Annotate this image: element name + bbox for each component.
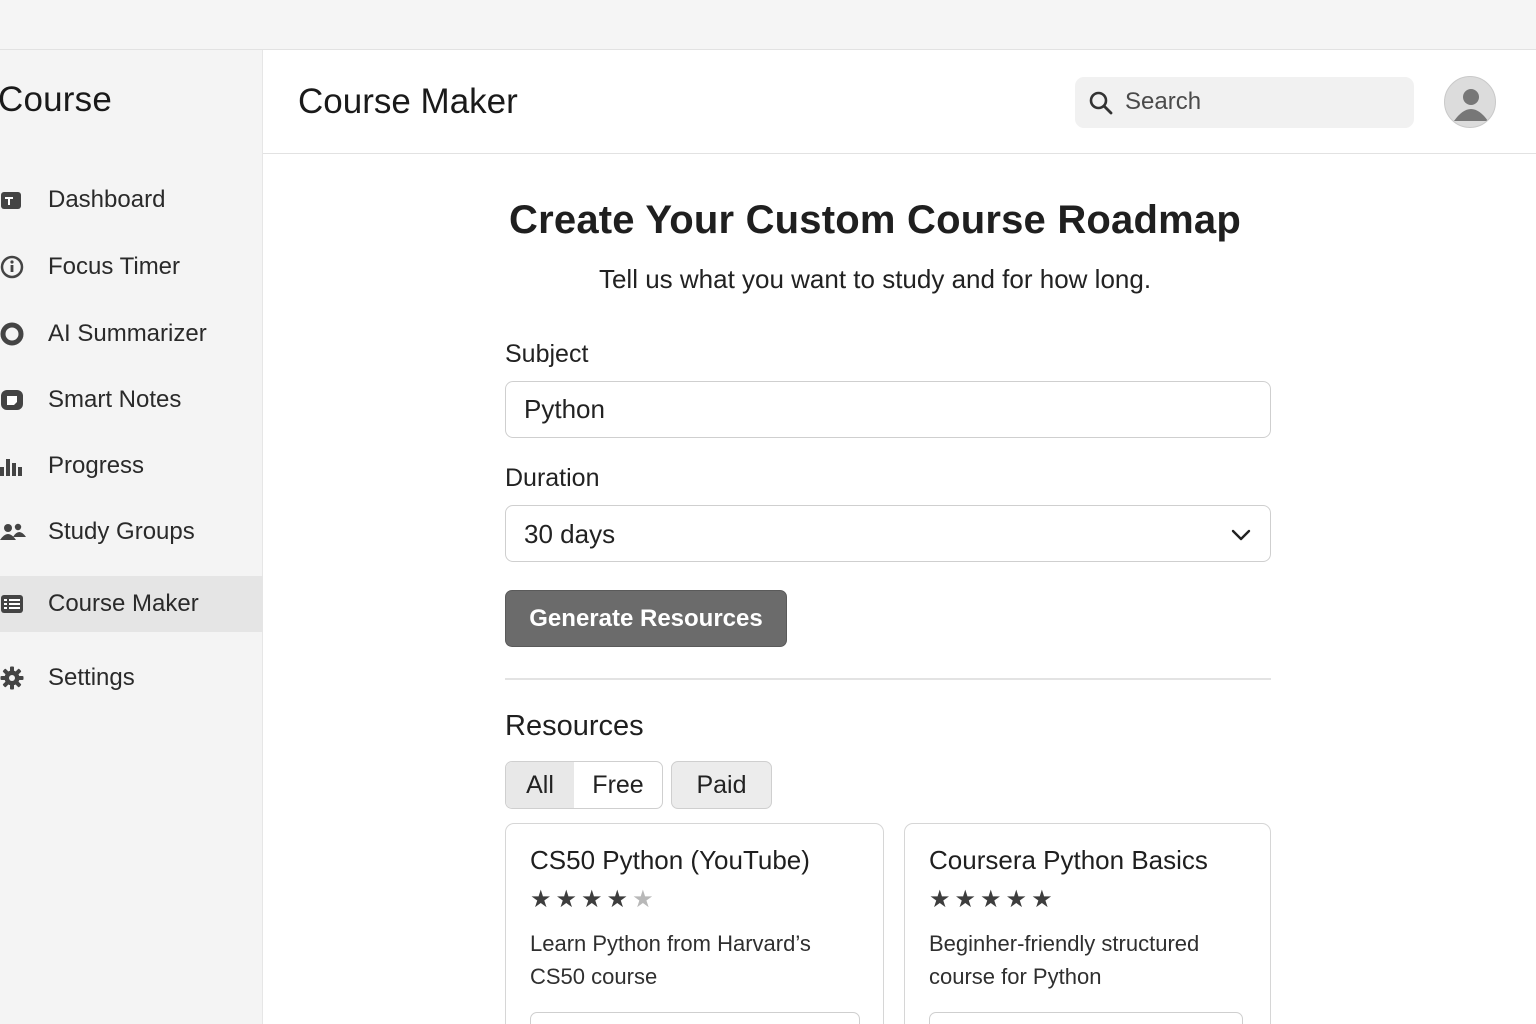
sidebar-item-label: Progress xyxy=(48,452,145,479)
sidebar-item-label: Study Groups xyxy=(48,518,195,545)
sidebar-item-label: Focus Timer xyxy=(48,253,181,280)
duration-label: Duration xyxy=(505,464,600,492)
star-filled-icon: ★ xyxy=(606,886,629,913)
sidebar-item-settings[interactable]: Settings xyxy=(0,650,263,706)
sidebar-item-dashboard[interactable]: Dashboard xyxy=(0,172,263,228)
sidebar-item-label: Settings xyxy=(48,664,135,691)
filter-segmented-control: All Free xyxy=(505,761,663,809)
resource-card-title: CS50 Python (YouTube) xyxy=(530,845,810,875)
circle-icon xyxy=(0,321,26,347)
star-filled-icon: ★ xyxy=(1005,886,1028,913)
top-header: Course Maker xyxy=(263,50,1536,154)
people-icon xyxy=(0,519,26,545)
filter-free-button[interactable]: Free xyxy=(574,762,662,808)
form-subheading: Tell us what you want to study and for h… xyxy=(598,264,1152,294)
sidebar-item-focus-timer[interactable]: Focus Timer xyxy=(0,239,263,295)
window-top-bar xyxy=(0,0,1536,50)
search-box[interactable] xyxy=(1075,77,1414,128)
duration-select[interactable]: 30 days xyxy=(505,505,1271,562)
form-heading: Create Your Custom Course Roadmap xyxy=(509,198,1241,242)
rating-stars: ★ ★ ★ ★ ★ xyxy=(929,888,1053,912)
sidebar-item-label: AI Summarizer xyxy=(48,320,207,347)
app-brand: Course xyxy=(0,80,113,119)
star-filled-icon: ★ xyxy=(954,886,977,913)
sidebar-item-label: Dashboard xyxy=(48,186,166,213)
list-icon xyxy=(0,591,26,617)
star-filled-icon: ★ xyxy=(929,886,951,913)
sidebar-item-course-maker[interactable]: Course Maker xyxy=(0,576,263,632)
subject-input[interactable] xyxy=(505,381,1271,438)
info-circle-icon xyxy=(0,254,26,280)
note-icon xyxy=(0,387,26,413)
resource-card-action-button[interactable] xyxy=(530,1012,860,1024)
star-filled-icon: ★ xyxy=(581,886,603,913)
resource-card-description: Learn Python from Harvard’s CS50 course xyxy=(530,931,811,989)
avatar[interactable] xyxy=(1444,76,1496,128)
star-filled-icon: ★ xyxy=(980,886,1002,913)
resource-card-action-button[interactable] xyxy=(929,1012,1243,1024)
generate-resources-button[interactable]: Generate Resources xyxy=(505,590,787,647)
resource-card-title: Coursera Python Basics xyxy=(929,845,1208,875)
rating-stars: ★ ★ ★ ★ ★ xyxy=(530,888,654,912)
sidebar-item-progress[interactable]: Progress xyxy=(0,438,263,494)
chevron-down-icon xyxy=(1230,524,1252,546)
resource-card-description: Beginher-friendly structured course for … xyxy=(929,931,1200,989)
dashboard-icon xyxy=(0,187,26,213)
resource-card[interactable]: CS50 Python (YouTube) ★ ★ ★ ★ ★ Learn Python… xyxy=(505,823,884,1024)
bar-chart-icon xyxy=(0,453,26,479)
search-input[interactable] xyxy=(1125,85,1405,119)
section-divider xyxy=(505,678,1271,680)
subject-label: Subject xyxy=(505,340,589,368)
sidebar-item-label: Smart Notes xyxy=(48,386,182,413)
page-title: Course Maker xyxy=(298,82,518,121)
resource-card[interactable]: Coursera Python Basics ★ ★ ★ ★ ★ Beginher-fr… xyxy=(904,823,1271,1024)
star-filled-icon: ★ xyxy=(1031,886,1053,913)
sidebar-item-study-groups[interactable]: Study Groups xyxy=(0,504,263,560)
filter-all-button[interactable]: All xyxy=(506,762,574,808)
star-filled-icon: ★ xyxy=(530,886,552,913)
search-icon xyxy=(1088,90,1114,116)
duration-value: 30 days xyxy=(524,519,616,549)
filter-paid-button[interactable]: Paid xyxy=(671,761,772,809)
gear-icon xyxy=(0,665,26,691)
resources-title: Resources xyxy=(505,710,644,742)
star-empty-icon: ★ xyxy=(632,886,654,913)
sidebar-item-smart-notes[interactable]: Smart Notes xyxy=(0,372,263,428)
sidebar-item-label: Course Maker xyxy=(48,590,199,617)
sidebar-item-ai-summarizer[interactable]: AI Summarizer xyxy=(0,306,263,362)
star-filled-icon: ★ xyxy=(555,886,578,913)
